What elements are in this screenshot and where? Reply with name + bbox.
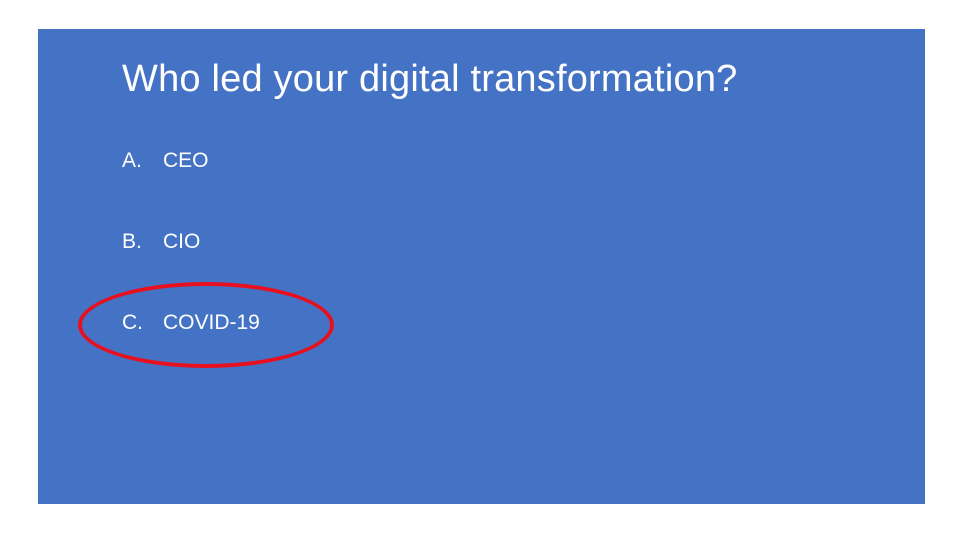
slide: Who led your digital transformation? A. C… xyxy=(38,29,925,504)
option-a: A. CEO xyxy=(122,148,209,174)
slide-title: Who led your digital transformation? xyxy=(122,58,738,100)
option-text: CIO xyxy=(163,230,201,253)
option-letter: A. xyxy=(122,149,142,172)
option-text: COVID-19 xyxy=(163,311,260,334)
option-text: CEO xyxy=(163,149,209,172)
option-b: B. CIO xyxy=(122,229,200,255)
option-letter: C. xyxy=(122,311,143,334)
option-letter: B. xyxy=(122,230,142,253)
option-c: C. COVID-19 xyxy=(122,310,260,336)
